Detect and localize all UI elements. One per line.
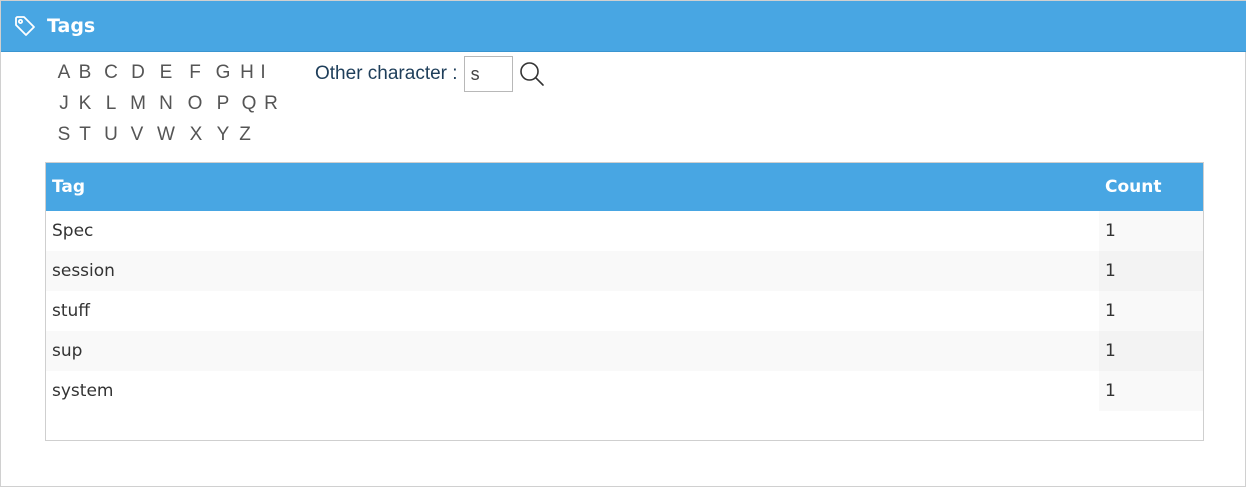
letter-link-h[interactable]: H — [236, 62, 258, 84]
column-header-count[interactable]: Count — [1099, 163, 1203, 211]
alphabet-row: STUVWXYZ — [56, 119, 296, 150]
letter-link-c[interactable]: C — [98, 62, 124, 84]
tag-icon — [13, 14, 37, 38]
letter-link-m[interactable]: M — [124, 93, 152, 115]
letter-link-i[interactable]: I — [258, 62, 268, 84]
letter-link-w[interactable]: W — [150, 124, 182, 146]
letter-link-x[interactable]: X — [182, 124, 210, 146]
table-row[interactable]: Spec 1 — [46, 211, 1203, 251]
alphabet-index: ABCDEFGHI JKLMNOPQR STUVWXYZ — [56, 57, 296, 150]
other-character-input[interactable] — [463, 56, 513, 92]
letter-link-e[interactable]: E — [152, 62, 180, 84]
count-cell: 1 — [1099, 291, 1203, 331]
tags-panel: Tags ABCDEFGHI JKLMNOPQR STUVWXYZ Other … — [0, 0, 1246, 487]
tag-cell[interactable]: stuff — [46, 291, 1099, 331]
letter-link-k[interactable]: K — [72, 93, 98, 115]
letter-link-l[interactable]: L — [98, 93, 124, 115]
letter-link-u[interactable]: U — [98, 124, 124, 146]
letter-link-s[interactable]: S — [56, 124, 72, 146]
letter-link-z[interactable]: Z — [236, 124, 254, 146]
count-cell: 1 — [1099, 331, 1203, 371]
other-character-filter: Other character : — [315, 56, 546, 92]
table-row[interactable]: stuff 1 — [46, 291, 1203, 331]
letter-link-a[interactable]: A — [56, 62, 72, 84]
count-cell: 1 — [1099, 371, 1203, 411]
tags-table: Tag Count Spec 1 session 1 stuff 1 sup 1… — [46, 163, 1203, 411]
letter-link-r[interactable]: R — [262, 93, 280, 115]
table-header-row: Tag Count — [46, 163, 1203, 211]
letter-link-b[interactable]: B — [72, 62, 98, 84]
letter-link-g[interactable]: G — [210, 62, 236, 84]
tags-table-container: Tag Count Spec 1 session 1 stuff 1 sup 1… — [45, 162, 1204, 441]
count-cell: 1 — [1099, 211, 1203, 251]
letter-link-n[interactable]: N — [152, 93, 180, 115]
letter-link-f[interactable]: F — [180, 62, 210, 84]
letter-link-q[interactable]: Q — [236, 93, 262, 115]
letter-link-o[interactable]: O — [180, 93, 210, 115]
letter-link-j[interactable]: J — [56, 93, 72, 115]
tag-cell[interactable]: sup — [46, 331, 1099, 371]
table-row[interactable]: system 1 — [46, 371, 1203, 411]
tag-cell[interactable]: session — [46, 251, 1099, 291]
tag-cell[interactable]: Spec — [46, 211, 1099, 251]
table-row[interactable]: sup 1 — [46, 331, 1203, 371]
letter-link-y[interactable]: Y — [210, 124, 236, 146]
other-character-label: Other character : — [315, 63, 458, 84]
panel-header: Tags — [1, 1, 1246, 52]
column-header-tag[interactable]: Tag — [46, 163, 1099, 211]
letter-link-p[interactable]: P — [210, 93, 236, 115]
letter-link-t[interactable]: T — [72, 124, 98, 146]
alphabet-row: ABCDEFGHI — [56, 57, 296, 88]
tag-cell[interactable]: system — [46, 371, 1099, 411]
search-icon[interactable] — [518, 60, 546, 88]
panel-title: Tags — [47, 15, 96, 37]
alphabet-row: JKLMNOPQR — [56, 88, 296, 119]
letter-link-d[interactable]: D — [124, 62, 152, 84]
count-cell: 1 — [1099, 251, 1203, 291]
letter-link-v[interactable]: V — [124, 124, 150, 146]
table-row[interactable]: session 1 — [46, 251, 1203, 291]
